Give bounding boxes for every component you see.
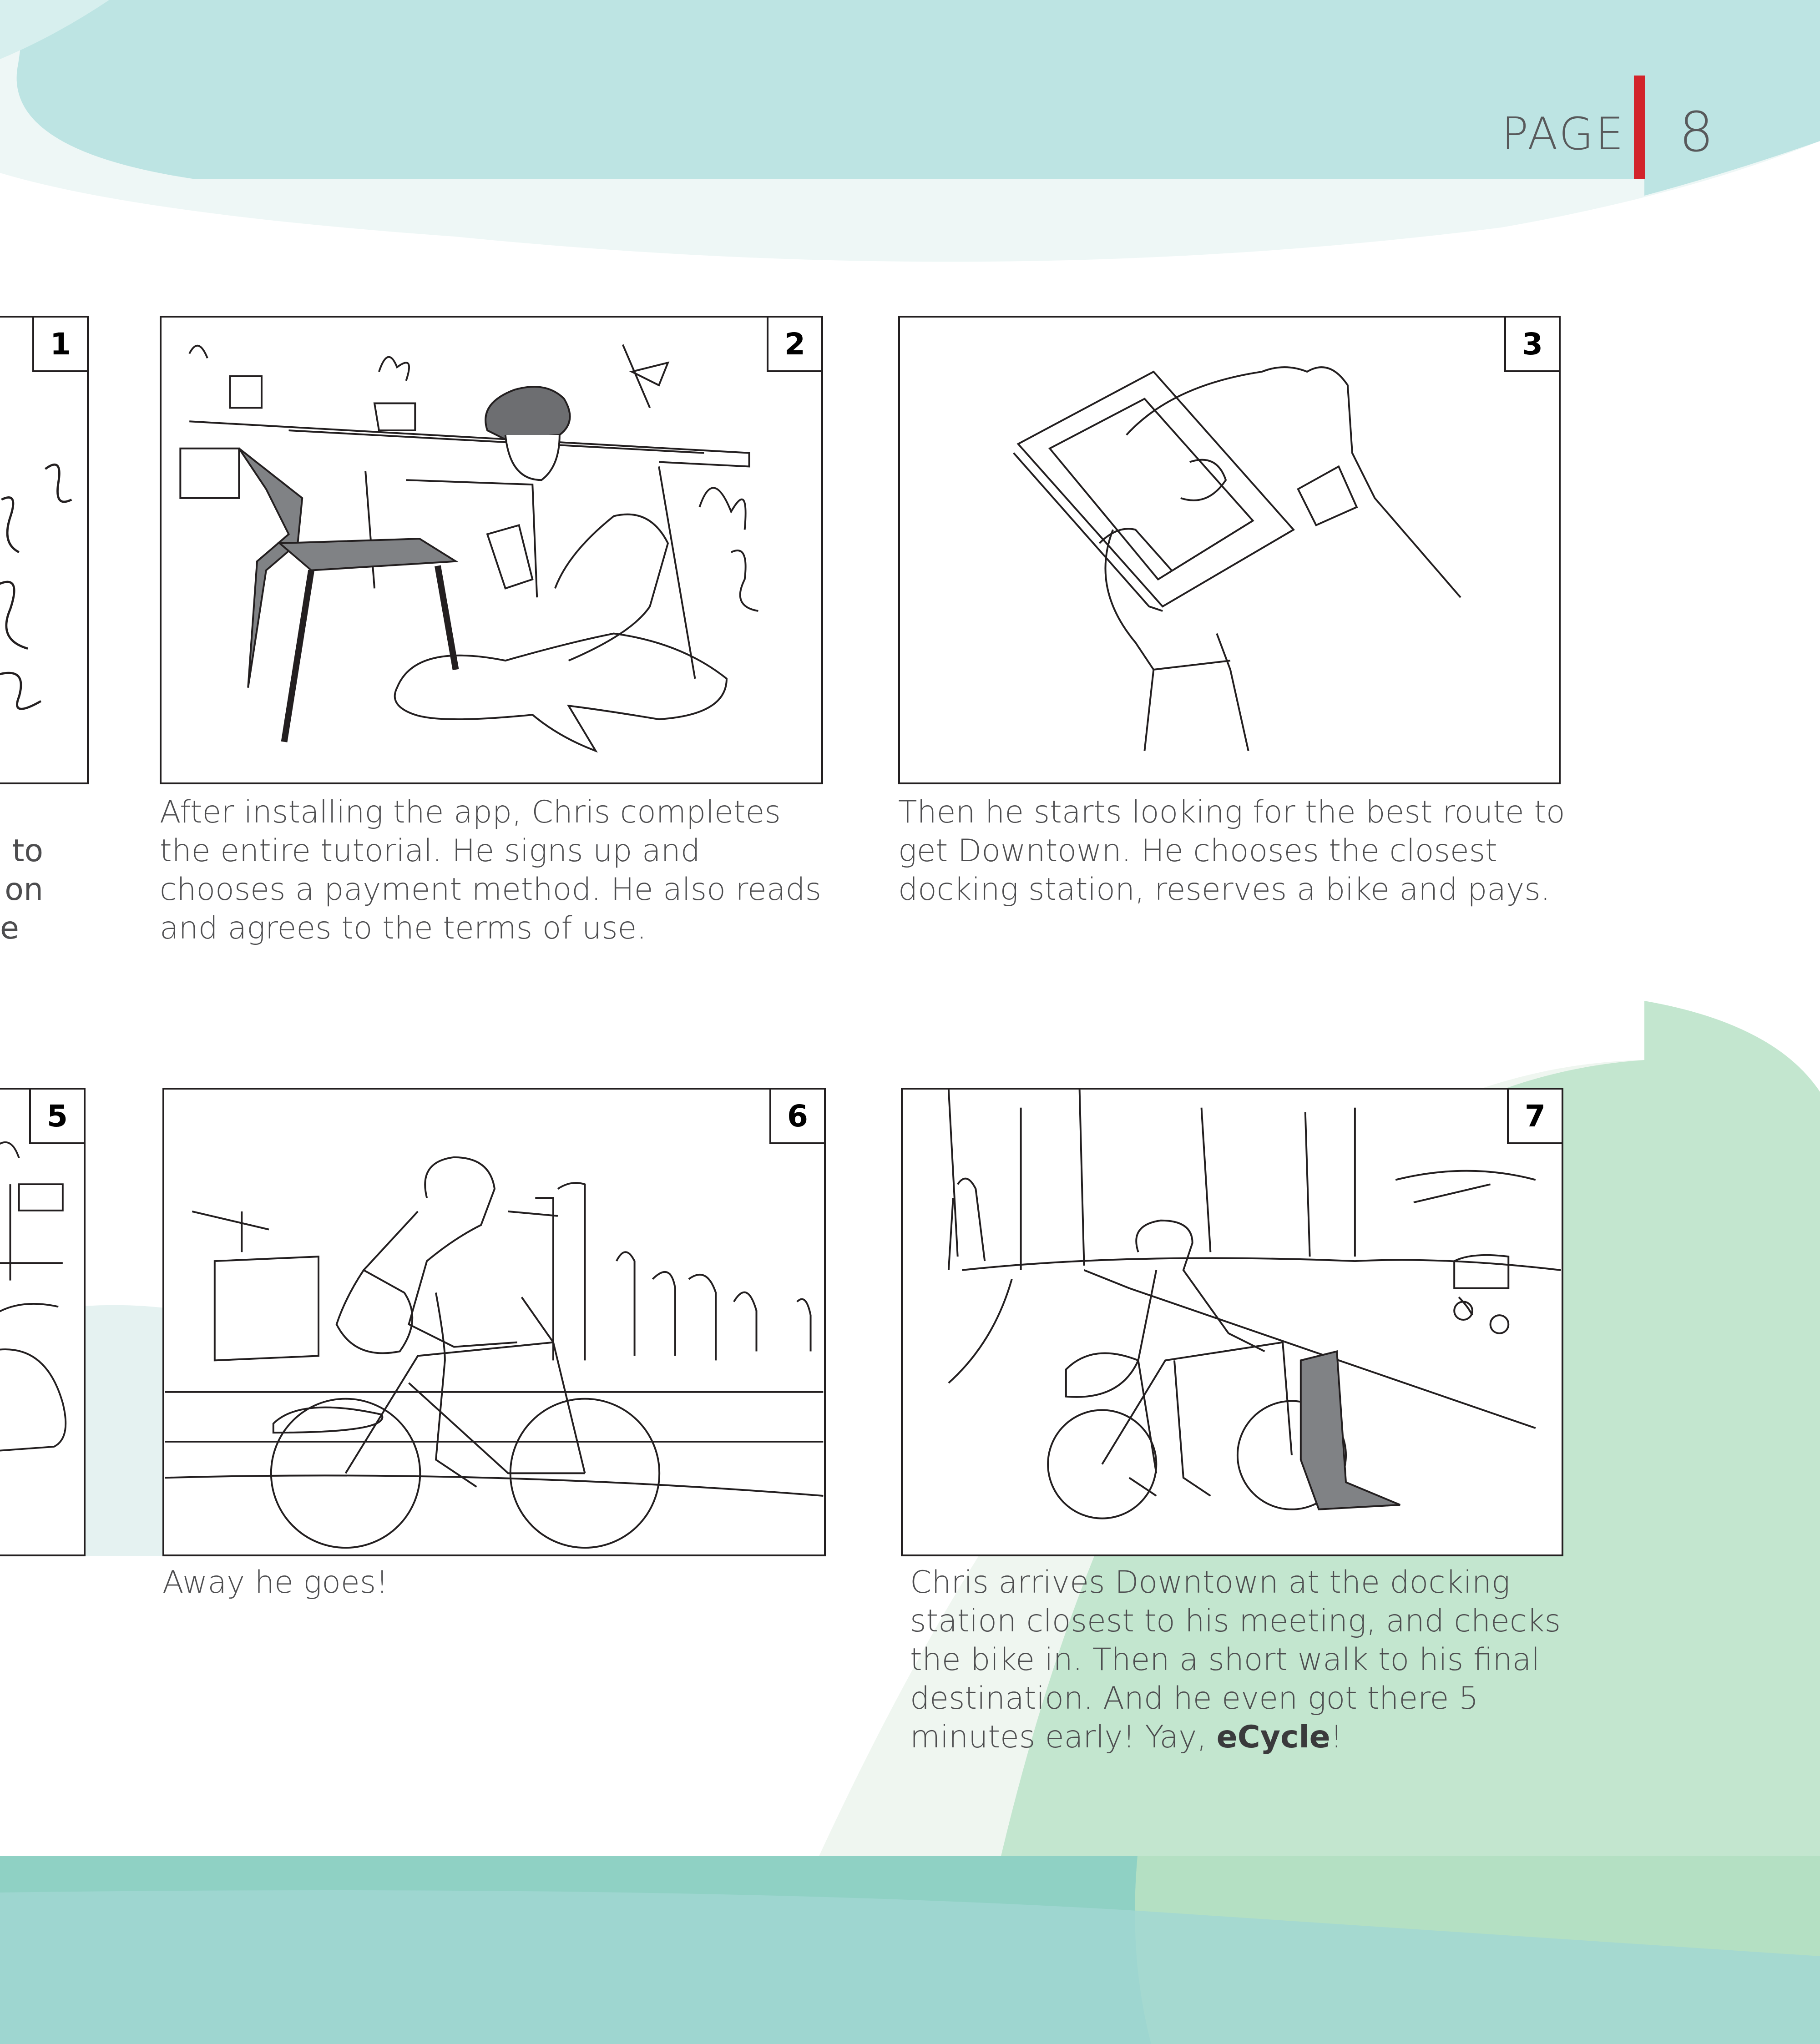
- panel-7-illustration: [947, 1090, 1561, 1519]
- panel-number: 5: [29, 1090, 84, 1144]
- panel-5-illustration: [0, 1141, 67, 1452]
- storyboard-panel-3: 3: [898, 316, 1561, 784]
- storyboard-panel-5: 5: [0, 1088, 86, 1556]
- caption-7-end: !: [1330, 1719, 1343, 1755]
- panel-number: 7: [1507, 1090, 1562, 1144]
- caption-6: Away he goes!: [162, 1565, 389, 1600]
- panel-number: 1: [32, 318, 87, 372]
- caption-1-fragment: n to ns on e: [0, 832, 43, 948]
- brand-name: eCycle: [1216, 1719, 1330, 1755]
- panel-3-illustration: [1013, 366, 1461, 751]
- storyboard-panel-1: 1: [0, 316, 89, 784]
- caption-line: e: [0, 910, 19, 946]
- page-label: PAGE: [1502, 108, 1626, 160]
- storyboard-panel-2: 2: [160, 316, 823, 784]
- caption-3: Then he starts looking for the best rout…: [898, 794, 1565, 908]
- storyboard-panel-6: 6: [162, 1088, 826, 1556]
- panel-6-illustration: [165, 1156, 824, 1549]
- caption-7: Chris arrives Downtown at the docking st…: [910, 1563, 1592, 1756]
- page-number: 8: [1679, 101, 1714, 164]
- panel-number: 2: [767, 318, 821, 372]
- panel-number: 3: [1504, 318, 1559, 372]
- caption-line: ns on: [0, 872, 43, 908]
- panel-number: 6: [769, 1090, 824, 1144]
- panel-2-illustration: [179, 344, 758, 753]
- caption-line: n to: [0, 833, 43, 869]
- panel-1-illustration: [0, 463, 72, 710]
- page-divider-bar: [1634, 76, 1645, 179]
- caption-2: After installing the app, Chris complete…: [160, 794, 821, 946]
- storyboard-panel-7: 7: [901, 1088, 1563, 1556]
